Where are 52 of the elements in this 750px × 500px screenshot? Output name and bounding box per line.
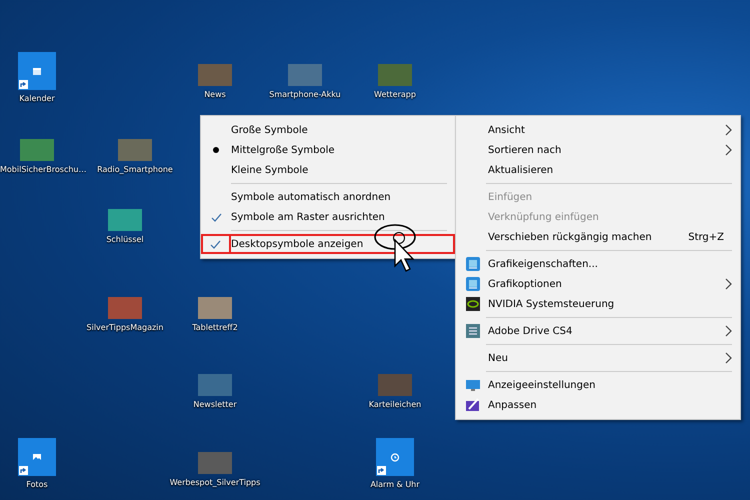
desktop-icon-label[interactable]: Radio_Smartphone: [97, 165, 173, 174]
menu-item[interactable]: Mittelgroße Symbole: [201, 140, 455, 160]
menu-item[interactable]: Sortieren nach: [456, 140, 740, 160]
desktop-icon-label[interactable]: Wetterapp: [374, 90, 416, 99]
desktop-icon-label[interactable]: Newsletter: [193, 400, 237, 409]
monitor-icon: [466, 378, 480, 392]
desktop-icon-label[interactable]: Tablettreff2: [192, 323, 238, 332]
menu-item[interactable]: Neu: [456, 348, 740, 368]
menu-item[interactable]: Aktualisieren: [456, 160, 740, 180]
photo-placeholder[interactable]: [198, 64, 232, 86]
graphics-icon: [466, 257, 480, 271]
desktop-icon-label[interactable]: Fotos: [26, 480, 48, 489]
app-tile-icon[interactable]: [18, 52, 56, 90]
photo-placeholder[interactable]: [198, 452, 232, 474]
desktop-icon-label[interactable]: Alarm & Uhr: [370, 480, 420, 489]
desktop-icon-label[interactable]: Smartphone-Akku: [269, 90, 341, 99]
photo-placeholder[interactable]: [378, 64, 412, 86]
photo-placeholder[interactable]: [20, 139, 54, 161]
paint-brush-icon: [466, 398, 480, 412]
drive-icon: [466, 324, 480, 338]
photo-placeholder[interactable]: [118, 139, 152, 161]
photo-placeholder[interactable]: [288, 64, 322, 86]
photo-placeholder[interactable]: [108, 209, 142, 231]
menu-item[interactable]: Große Symbole: [201, 120, 455, 140]
photo-placeholder[interactable]: [108, 297, 142, 319]
shortcut-text: Strg+Z: [688, 232, 724, 242]
photo-placeholder[interactable]: [378, 374, 412, 396]
menu-item[interactable]: Ansicht: [456, 120, 740, 140]
nvidia-icon: [466, 297, 480, 311]
menu-item[interactable]: Anzeigeeinstellungen: [456, 375, 740, 395]
graphics-icon: [466, 277, 480, 291]
desktop-icon-label[interactable]: SilverTippsMagazin: [86, 323, 164, 332]
menu-item[interactable]: NVIDIA Systemsteuerung: [456, 294, 740, 314]
menu-item[interactable]: Grafikoptionen: [456, 274, 740, 294]
desktop-icon-label[interactable]: Schlüssel: [106, 235, 144, 244]
app-tile-icon[interactable]: [18, 438, 56, 476]
app-tile-icon[interactable]: [376, 438, 414, 476]
menu-item[interactable]: Symbole am Raster ausrichten: [201, 207, 455, 227]
desktop-icon-label[interactable]: Karteileichen: [368, 400, 422, 409]
menu-item[interactable]: Symbole automatisch anordnen: [201, 187, 455, 207]
desktop-icon-label[interactable]: News: [204, 90, 226, 99]
menu-item[interactable]: Kleine Symbole: [201, 160, 455, 180]
menu-item[interactable]: Adobe Drive CS4: [456, 321, 740, 341]
photo-placeholder[interactable]: [198, 374, 232, 396]
desktop-icon-label[interactable]: MobilSicherBroschu…: [0, 165, 87, 174]
menu-item[interactable]: Grafikeigenschaften...: [456, 254, 740, 274]
desktop-icon-label[interactable]: Kalender: [19, 94, 55, 103]
menu-item[interactable]: Desktopsymbole anzeigen: [201, 234, 455, 254]
menu-item[interactable]: Anpassen: [456, 395, 740, 415]
photo-placeholder[interactable]: [198, 297, 232, 319]
desktop-icon-label[interactable]: Werbespot_SilverTipps: [170, 478, 260, 487]
menu-item[interactable]: Verschieben rückgängig machen Strg+Z: [456, 227, 740, 247]
